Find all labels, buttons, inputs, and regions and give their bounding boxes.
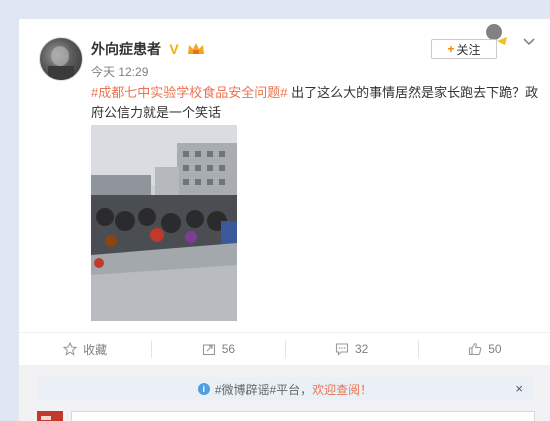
like-count: 50 bbox=[488, 342, 502, 356]
comment-count: 32 bbox=[354, 342, 369, 356]
favorite-label: 收藏 bbox=[83, 342, 108, 357]
chevron-down-icon[interactable] bbox=[521, 33, 537, 49]
weibo-post-card: 外向症患者 V + 关注 今天 12:29 #成都七中实验学校食品安全问题# 出… bbox=[18, 18, 550, 421]
thumbs-up-icon bbox=[469, 342, 482, 356]
username[interactable]: 外向症患者 bbox=[91, 39, 161, 59]
forward-icon bbox=[202, 344, 215, 356]
author-row: 外向症患者 V bbox=[91, 39, 205, 59]
member-crown-icon bbox=[187, 42, 205, 56]
info-icon: i bbox=[197, 383, 210, 395]
current-user-avatar bbox=[37, 411, 63, 421]
post-photo[interactable] bbox=[91, 125, 237, 321]
hashtag-link[interactable]: #成都七中实验学校食品安全问题# bbox=[91, 85, 287, 100]
page: 外向症患者 V + 关注 今天 12:29 #成都七中实验学校食品安全问题# 出… bbox=[0, 0, 550, 421]
notice-link[interactable]: 欢迎查阅！ bbox=[312, 381, 372, 398]
follow-button[interactable]: + 关注 bbox=[431, 39, 497, 59]
comment-area: i #微博辟谣#平台， 欢迎查阅！ × bbox=[19, 365, 550, 421]
post-time[interactable]: 今天 12:29 bbox=[91, 63, 148, 80]
rumor-notice-banner: i #微博辟谣#平台， 欢迎查阅！ × bbox=[37, 377, 533, 401]
comment-input[interactable] bbox=[71, 411, 535, 421]
forward-count: 56 bbox=[221, 342, 236, 356]
action-bar: 收藏 56 32 50 bbox=[19, 332, 550, 365]
plus-icon: + bbox=[447, 42, 455, 56]
comment-icon bbox=[335, 343, 348, 356]
like-button[interactable]: 50 bbox=[419, 340, 550, 358]
notice-text: #微博辟谣#平台， bbox=[214, 382, 313, 397]
verified-icon: V bbox=[169, 41, 179, 57]
post-text: #成都七中实验学校食品安全问题# 出了这么大的事情居然是家长跑去下跪？政府公信力… bbox=[91, 83, 541, 123]
close-icon[interactable]: × bbox=[515, 382, 523, 396]
comment-button[interactable]: 32 bbox=[286, 340, 419, 358]
favorite-button[interactable]: 收藏 bbox=[19, 340, 153, 358]
star-icon bbox=[63, 342, 78, 356]
forward-button[interactable]: 56 bbox=[152, 340, 286, 358]
follow-label: 关注 bbox=[456, 42, 481, 57]
avatar[interactable] bbox=[39, 37, 83, 81]
